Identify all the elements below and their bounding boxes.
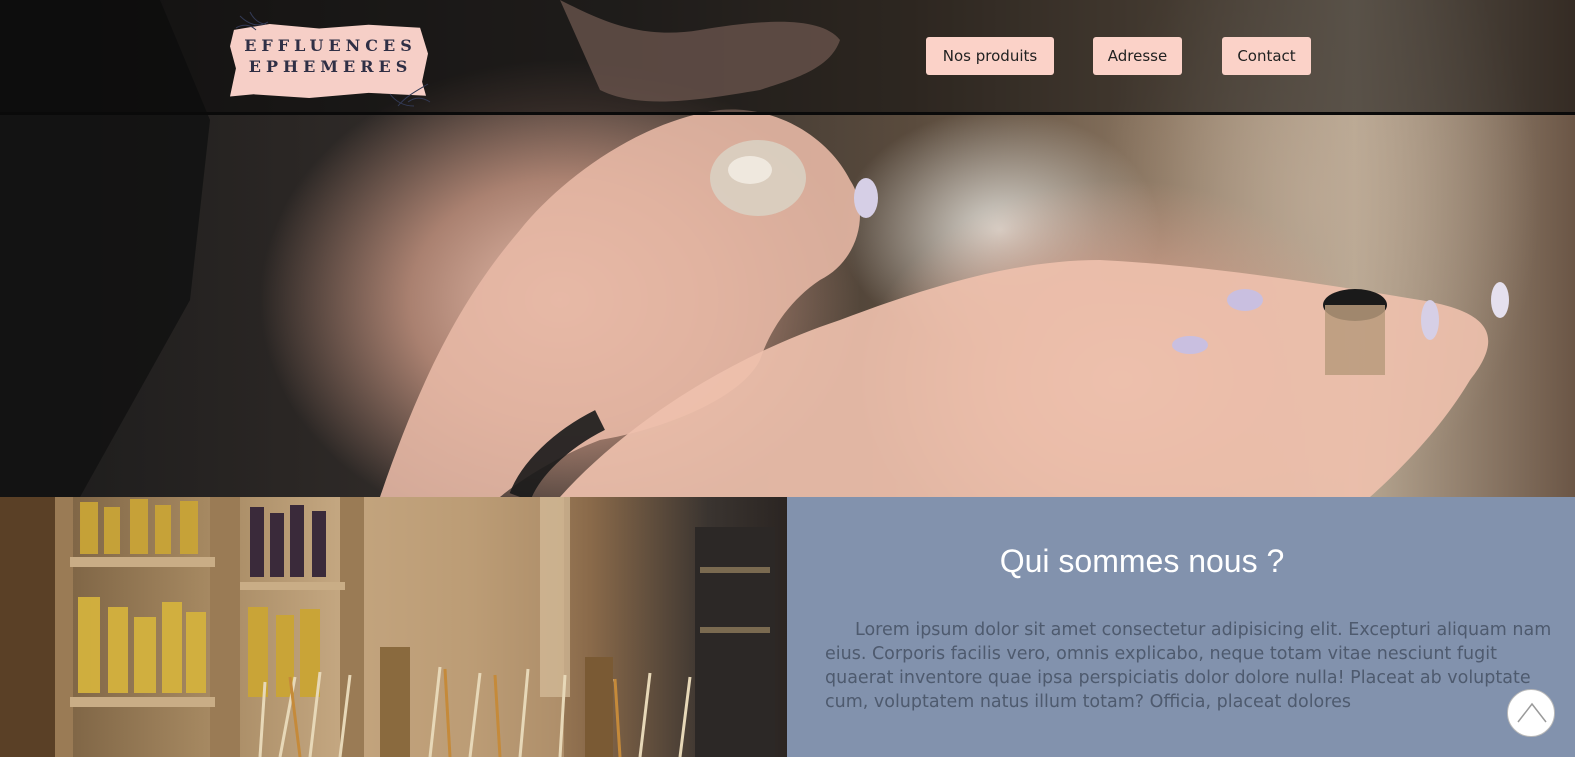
shop-illustration (0, 497, 775, 757)
shop-image (0, 497, 787, 757)
brand-logo[interactable]: EFFLUENCES EPHEMERES (228, 10, 433, 108)
logo-line-1: EFFLUENCES (244, 36, 417, 55)
about-text: Lorem ipsum dolor sit amet consectetur a… (825, 620, 1552, 712)
logo-text: EFFLUENCES EPHEMERES (228, 35, 433, 77)
about-title: Qui sommes nous ? (999, 543, 1285, 579)
chevron-up-icon (1517, 702, 1547, 723)
nav-button-contact[interactable]: Contact (1222, 37, 1311, 75)
site-header: EFFLUENCES EPHEMERES Nos produits Adress… (0, 0, 1575, 115)
scroll-to-top-button[interactable] (1507, 689, 1555, 737)
about-section: Qui sommes nous ? Lorem ipsum dolor sit … (787, 497, 1575, 757)
logo-line-2: EPHEMERES (248, 57, 413, 76)
nav-button-products[interactable]: Nos produits (926, 37, 1054, 75)
nav-button-address[interactable]: Adresse (1093, 37, 1182, 75)
